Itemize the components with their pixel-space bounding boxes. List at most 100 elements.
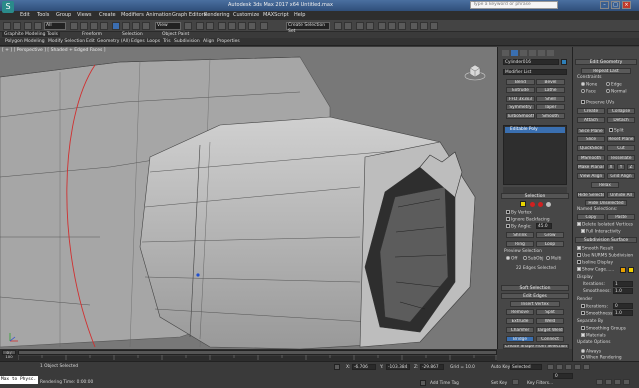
by-angle-option[interactable]: By Angle: [506, 224, 532, 230]
turbosmooth-button[interactable]: TurboSmooth [506, 113, 535, 119]
menu-tools[interactable]: Tools [37, 12, 49, 18]
menu-group[interactable]: Group [56, 12, 71, 18]
loop-button[interactable]: Loop [536, 241, 564, 247]
preview-subobj-option[interactable]: SubObj [523, 256, 543, 262]
constraint-none-option[interactable]: None [581, 82, 597, 88]
hide-unselected-button[interactable]: Hide Unselected [585, 200, 627, 206]
grid-align-button[interactable]: Grid Align [607, 173, 635, 179]
material-editor-icon[interactable] [398, 22, 406, 30]
display-tab-icon[interactable] [538, 50, 545, 56]
panel-align[interactable]: Align [203, 39, 214, 44]
utilities-tab-icon[interactable] [547, 50, 554, 56]
app-logo-icon[interactable]: S [2, 1, 14, 13]
angle-snap-icon[interactable] [228, 22, 236, 30]
named-selection-set-dropdown[interactable]: Create Selection Set [286, 22, 330, 34]
smoothing-groups-option[interactable]: Smoothing Groups [581, 326, 626, 332]
symmetry-button[interactable]: Symmetry [506, 104, 535, 110]
edit-named-selections-icon[interactable] [260, 22, 268, 30]
create-button[interactable]: Create [577, 108, 605, 114]
keyboard-shortcut-icon[interactable] [206, 22, 214, 30]
slice-plane-button[interactable]: Slice Plane [577, 128, 605, 134]
use-nurms-option[interactable]: Use NURMS Subdivision [577, 253, 633, 259]
extrude-button[interactable]: Extrude [506, 87, 535, 93]
go-to-end-icon[interactable] [583, 364, 590, 370]
spinner-snap-icon[interactable] [248, 22, 256, 30]
z-coordinate[interactable]: -29.867 [420, 364, 444, 370]
make-planar-button[interactable]: Make Planar [577, 164, 605, 170]
panel-modify-selection[interactable]: Modify Selection [48, 39, 85, 44]
remove-button[interactable]: Remove [506, 309, 534, 315]
previous-frame-icon[interactable] [556, 364, 563, 370]
edit-geometry-header[interactable]: Edit Geometry [575, 59, 637, 65]
placement-icon[interactable] [142, 22, 150, 30]
object-name-field[interactable]: Cylinder016 [503, 59, 559, 65]
target-weld-button[interactable]: Target Weld [536, 327, 564, 333]
mirror-icon[interactable] [334, 22, 342, 30]
materials-option[interactable]: Materials [581, 333, 606, 339]
stack-item-editable-poly[interactable]: Editable Poly [505, 127, 565, 133]
tab-graphite-modeling[interactable]: Graphite Modeling Tools [2, 32, 61, 37]
perspective-viewport[interactable]: [ + ] [ Perspective ] [ Shaded + Edged F… [0, 47, 497, 349]
menu-customize[interactable]: Customize [233, 12, 259, 18]
search-input[interactable]: Type a keyword or phrase [470, 1, 558, 9]
constraint-edge-option[interactable]: Edge [606, 82, 622, 88]
render-smoothness-value[interactable]: 1.0 [613, 310, 633, 316]
quickslice-button[interactable]: QuickSlice [577, 145, 605, 151]
lock-selection-icon[interactable] [334, 364, 340, 370]
auto-key-button[interactable]: Auto Key [491, 365, 510, 370]
vertex-mode-icon[interactable] [520, 201, 526, 207]
planar-y-button[interactable]: Y [617, 164, 625, 170]
lathe-button[interactable]: Lathe [536, 87, 565, 93]
select-by-name-icon[interactable] [80, 22, 88, 30]
by-angle-value[interactable]: 45.0 [536, 223, 552, 229]
tessellate-button[interactable]: Tessellate [607, 155, 635, 161]
tab-freeform[interactable]: Freeform [80, 32, 104, 37]
move-icon[interactable] [112, 22, 120, 30]
time-tag-icon[interactable] [420, 380, 426, 386]
rect-selection-icon[interactable] [90, 22, 98, 30]
tab-object-paint[interactable]: Object Paint [160, 32, 191, 37]
set-key-button[interactable]: Set Key [491, 381, 507, 386]
paste-button[interactable]: Paste [607, 214, 635, 220]
reference-coord-dropdown[interactable]: View [155, 22, 181, 30]
bevel-button[interactable]: Bevel [536, 79, 565, 85]
panel-edges[interactable]: Edges [131, 39, 145, 44]
attach-button[interactable]: Attach [577, 117, 605, 123]
copy-button[interactable]: Copy [577, 214, 605, 220]
motion-tab-icon[interactable] [529, 50, 536, 56]
weld-button[interactable]: Weld [536, 318, 564, 324]
preview-multi-option[interactable]: Multi [546, 256, 562, 262]
render-setup-icon[interactable] [410, 22, 418, 30]
object-color-swatch[interactable] [561, 59, 567, 65]
collapse-button[interactable]: Collapse [607, 108, 635, 114]
planar-x-button[interactable]: X [607, 164, 615, 170]
unlink-icon[interactable] [34, 22, 42, 30]
subdivision-surface-header[interactable]: Subdivision Surface [575, 237, 637, 243]
bridge-button[interactable]: Bridge [506, 336, 534, 342]
panel-polygon-modeling[interactable]: Polygon Modeling [5, 39, 45, 44]
create-tab-icon[interactable] [502, 50, 509, 56]
msmooth-button[interactable]: MSmooth [577, 155, 605, 161]
menu-maxscript[interactable]: MAXScript [263, 12, 289, 18]
by-vertex-option[interactable]: By Vertex [506, 210, 532, 216]
menu-create[interactable]: Create [99, 12, 116, 18]
hierarchy-tab-icon[interactable] [520, 50, 527, 56]
display-iterations-value[interactable]: 1 [613, 281, 633, 287]
viewport-label[interactable]: [ + ] [ Perspective ] [ Shaded + Edged F… [2, 48, 106, 53]
grow-button[interactable]: Grow [536, 232, 564, 238]
maximize-button[interactable]: □ [611, 1, 620, 9]
scene-explorer-icon[interactable] [366, 22, 374, 30]
add-time-tag[interactable]: Add Time Tag [430, 381, 459, 386]
panel-tris[interactable]: Tris [163, 39, 171, 44]
menu-edit[interactable]: Edit [20, 12, 30, 18]
border-mode-icon[interactable] [538, 202, 543, 207]
menu-views[interactable]: Views [77, 12, 91, 18]
preview-off-option[interactable]: Off [506, 256, 517, 262]
next-frame-icon[interactable] [574, 364, 581, 370]
panel-edit[interactable]: Edit [86, 39, 95, 44]
viewcube-icon[interactable] [464, 63, 486, 81]
chamfer-button[interactable]: Chamfer [506, 327, 534, 333]
delete-isolated-option[interactable]: Delete Isolated Vertices [577, 222, 633, 228]
orbit-icon[interactable] [623, 379, 630, 385]
polygon-mode-icon[interactable] [546, 202, 551, 207]
